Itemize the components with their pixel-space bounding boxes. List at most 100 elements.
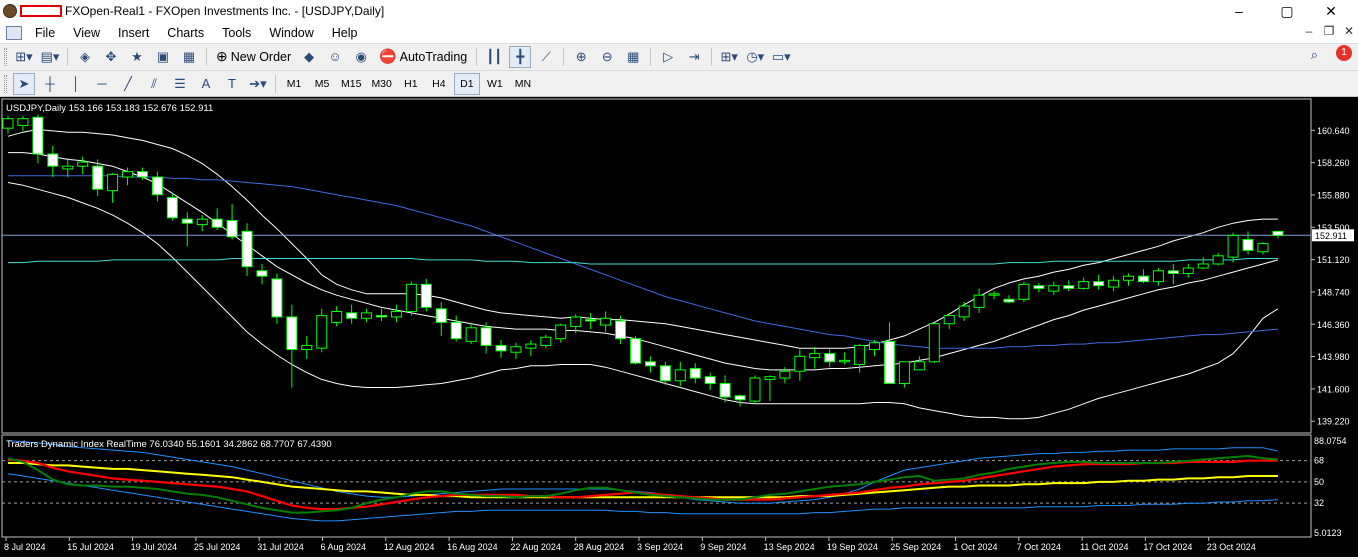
candle — [1167, 263, 1179, 285]
menu-tools[interactable]: Tools — [213, 26, 260, 40]
navigator-icon[interactable]: ★ — [126, 46, 148, 68]
timeframe-h1[interactable]: H1 — [398, 73, 424, 95]
app-logo-icon — [3, 4, 17, 18]
candle — [854, 344, 866, 373]
horizontal-line-icon[interactable]: ─ — [91, 73, 113, 95]
menu-charts[interactable]: Charts — [158, 26, 213, 40]
chart-window[interactable]: 160.640 158.260 155.880 153.500 151.120 148.7… — [0, 97, 1358, 557]
minimize-button[interactable]: – — [1216, 0, 1262, 22]
chart-window-icon[interactable] — [6, 25, 22, 40]
timeframe-h4[interactable]: H4 — [426, 73, 452, 95]
candlestick-chart-icon[interactable]: ╋ — [509, 45, 532, 68]
candle-body — [17, 118, 29, 126]
menu-insert[interactable]: Insert — [109, 26, 158, 40]
market-icon[interactable]: ◉ — [350, 46, 372, 68]
terminal-icon[interactable]: ▣ — [152, 46, 174, 68]
tdi-plot — [2, 440, 1311, 522]
timeframe-w1[interactable]: W1 — [482, 73, 508, 95]
y-tick-label: 158.260 — [1317, 158, 1350, 168]
menu-file[interactable]: File — [26, 26, 64, 40]
candle — [226, 204, 238, 240]
mdi-minimize-icon[interactable]: – — [1300, 24, 1318, 38]
zoom-in-icon[interactable]: ⊕ — [570, 46, 592, 68]
market-watch-icon[interactable]: ◈ — [74, 46, 96, 68]
text-label-icon[interactable]: T — [221, 73, 243, 95]
candle-body — [495, 344, 507, 352]
candle — [973, 288, 985, 313]
candle — [450, 315, 462, 342]
candle-body — [719, 382, 731, 398]
fibonacci-icon[interactable]: ☰ — [169, 73, 191, 95]
tile-windows-icon[interactable]: ▦ — [622, 46, 644, 68]
candle — [540, 334, 552, 349]
candle-body — [1182, 267, 1194, 274]
usdjpy-daily-chart[interactable]: 160.640158.260155.880153.500151.120148.7… — [0, 97, 1358, 557]
autotrading-icon: ⛔ — [379, 48, 397, 64]
x-tick-label: 25 Sep 2024 — [890, 542, 941, 552]
candle-body — [211, 218, 223, 228]
menu-window[interactable]: Window — [260, 26, 322, 40]
candle-body — [525, 343, 537, 349]
vertical-line-icon[interactable]: │ — [65, 73, 87, 95]
candle-body — [809, 353, 821, 359]
timeframe-d1[interactable]: D1 — [453, 72, 480, 95]
candle — [809, 346, 821, 369]
mdi-restore-icon[interactable]: ❐ — [1320, 24, 1338, 38]
timeframe-m1[interactable]: M1 — [281, 73, 307, 95]
line-chart-icon[interactable]: ⟋ — [535, 46, 557, 68]
candle-body — [151, 176, 163, 196]
menu-help[interactable]: Help — [323, 26, 367, 40]
candle — [659, 361, 671, 385]
candle-body — [420, 283, 432, 308]
bar-chart-icon[interactable]: ┃┃ — [483, 46, 505, 68]
new-order-button[interactable]: ⊕ New Order — [213, 46, 294, 68]
candle-body — [973, 294, 985, 308]
arrows-icon[interactable]: ➔▾ — [247, 73, 269, 95]
candle-body — [196, 218, 208, 226]
x-tick-label: 19 Jul 2024 — [131, 542, 178, 552]
notification-badge[interactable]: 1 — [1336, 45, 1352, 61]
signals-icon[interactable]: ☺ — [324, 46, 346, 68]
current-price-label: 152.911 — [1315, 231, 1347, 241]
candle — [1018, 281, 1030, 302]
timeframe-m5[interactable]: M5 — [309, 73, 335, 95]
candle — [1093, 274, 1105, 290]
main-series-line-2 — [7, 182, 1279, 420]
periods-icon[interactable]: ◷▾ — [744, 46, 766, 68]
trendline-icon[interactable]: ╱ — [117, 73, 139, 95]
strategy-tester-icon[interactable]: ▦ — [178, 46, 200, 68]
candle — [869, 340, 881, 357]
x-tick-label: 23 Oct 2024 — [1207, 542, 1256, 552]
toolbar-grip[interactable] — [4, 74, 7, 93]
maximize-button[interactable]: ▢ — [1264, 0, 1310, 22]
crosshair-icon[interactable]: ┼ — [39, 73, 61, 95]
timeframe-m30[interactable]: M30 — [367, 73, 395, 95]
data-window-icon[interactable]: ✥ — [100, 46, 122, 68]
candle-body — [1033, 285, 1045, 289]
new-chart-icon[interactable]: ⊞▾ — [13, 46, 35, 68]
autotrading-button[interactable]: ⛔ AutoTrading — [376, 46, 470, 68]
search-icon[interactable]: ⌕ — [1311, 47, 1318, 63]
timeframe-m15[interactable]: M15 — [337, 73, 365, 95]
candle-body — [1257, 243, 1269, 253]
templates-icon[interactable]: ▭▾ — [770, 46, 792, 68]
candle — [1197, 257, 1209, 270]
text-tool-icon[interactable]: A — [195, 73, 217, 95]
candle — [1003, 295, 1015, 304]
zoom-out-icon[interactable]: ⊖ — [596, 46, 618, 68]
chart-shift-icon[interactable]: ⇥ — [683, 46, 705, 68]
mdi-close-icon[interactable]: ✕ — [1340, 24, 1358, 38]
window-title: FXOpen-Real1 - FXOpen Investments Inc. -… — [65, 4, 385, 18]
toolbar-grip[interactable] — [4, 47, 7, 66]
profiles-icon[interactable]: ▤▾ — [39, 46, 61, 68]
equidistant-channel-icon[interactable]: ⫽ — [143, 73, 165, 95]
candle-body — [376, 315, 387, 318]
timeframe-mn[interactable]: MN — [510, 73, 536, 95]
metaeditor-icon[interactable]: ◆ — [298, 46, 320, 68]
auto-scroll-icon[interactable]: ▷ — [657, 46, 679, 68]
candle — [1182, 263, 1194, 278]
menu-view[interactable]: View — [64, 26, 109, 40]
cursor-icon[interactable]: ➤ — [13, 72, 35, 95]
indicators-icon[interactable]: ⊞▾ — [718, 46, 740, 68]
close-button[interactable]: ✕ — [1308, 0, 1354, 22]
